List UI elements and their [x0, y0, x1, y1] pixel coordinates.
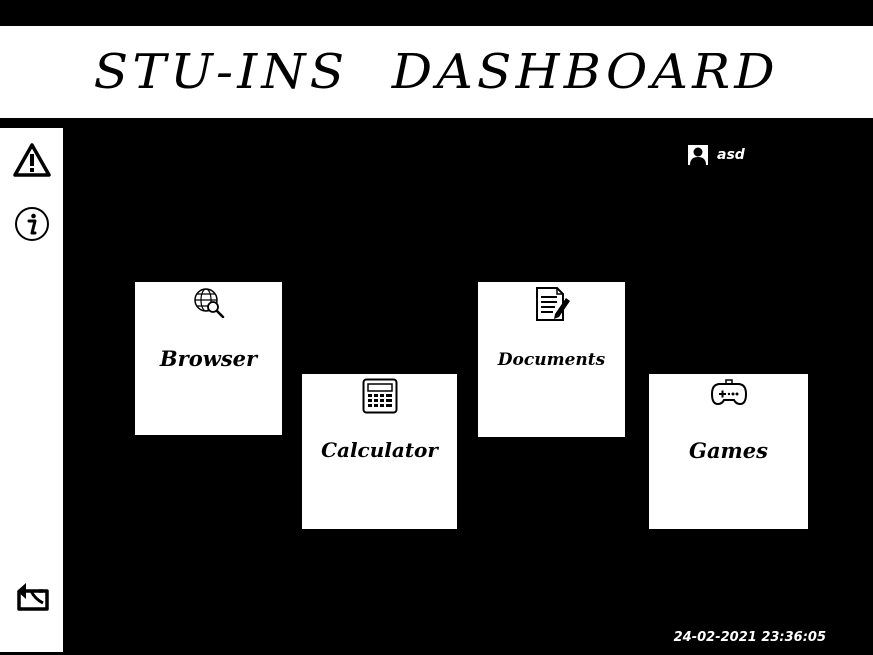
page-title: STU-INS DASHBOARD: [93, 44, 780, 100]
documents-label: Documents: [497, 350, 606, 370]
username: asd: [717, 147, 745, 163]
datetime-display: 24-02-2021 23:36:05: [673, 630, 826, 645]
documents-tile[interactable]: Documents: [478, 282, 625, 437]
browser-label: Browser: [159, 346, 258, 371]
calculator-label: Calculator: [321, 438, 438, 462]
info-icon[interactable]: [12, 204, 52, 244]
globe-search-icon: [192, 286, 226, 322]
browser-tile[interactable]: Browser: [135, 282, 282, 435]
games-label: Games: [689, 438, 768, 463]
user-silhouette-icon: [688, 145, 708, 165]
calculator-icon: [362, 378, 398, 418]
sidebar: [0, 128, 63, 652]
dashboard-window: STU-INS DASHBOARD asd Browser Calculator…: [0, 0, 873, 655]
header: STU-INS DASHBOARD: [0, 26, 873, 118]
games-tile[interactable]: Games: [649, 374, 808, 529]
calculator-tile[interactable]: Calculator: [302, 374, 457, 529]
top-strip: [0, 0, 873, 26]
document-edit-icon: [533, 286, 571, 326]
user-info[interactable]: asd: [688, 145, 745, 165]
logout-icon[interactable]: [12, 576, 52, 616]
gamepad-icon: [710, 378, 748, 414]
warning-icon[interactable]: [12, 140, 52, 180]
